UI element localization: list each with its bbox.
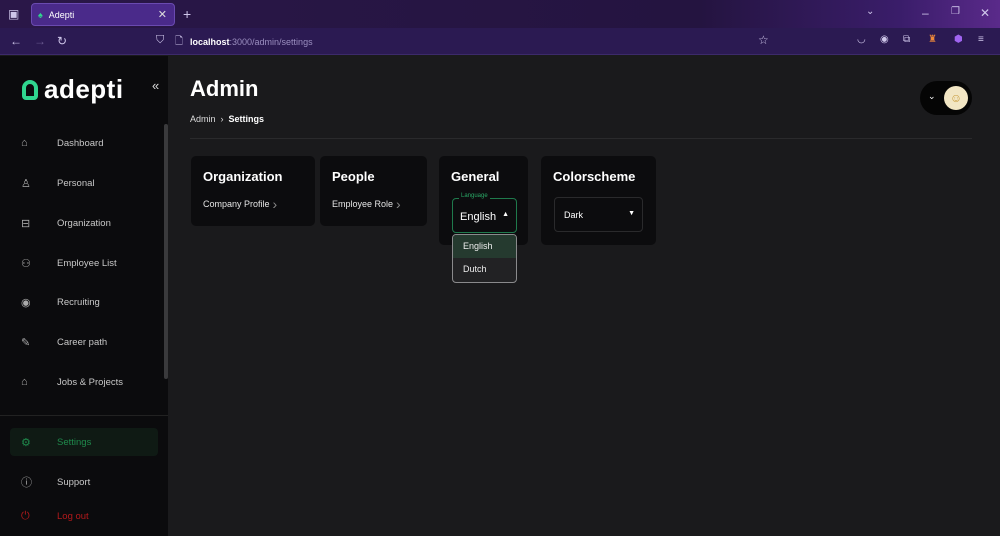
card-title: Organization [203, 169, 283, 184]
restore-icon[interactable]: ❐ [951, 6, 960, 17]
info-icon: ⓘ [21, 477, 32, 489]
logo[interactable]: adepti [22, 74, 124, 105]
link-label: Company Profile [203, 199, 270, 209]
gear-icon: ⚙ [21, 436, 31, 449]
header-divider [190, 138, 972, 139]
colorscheme-value: Dark [564, 210, 584, 220]
sidebar-item-label: Settings [57, 436, 92, 448]
breadcrumb-admin[interactable]: Admin [190, 114, 216, 124]
language-select[interactable]: Language English ▲ [452, 193, 517, 233]
extension-hex-icon[interactable]: ⬢ [954, 34, 963, 45]
users-icon: ⚇ [21, 257, 31, 270]
chevron-right-icon: › [396, 196, 401, 212]
colorscheme-card: Colorscheme Dark ▼ [541, 156, 656, 245]
pencil-icon: ✎ [21, 336, 31, 349]
colorscheme-select[interactable]: Dark ▼ [554, 197, 643, 232]
caret-up-icon: ▲ [502, 211, 509, 218]
breadcrumb: Admin › Settings [190, 114, 265, 124]
eye-icon: ◉ [21, 296, 31, 309]
sidebar-item-jobs-projects[interactable]: ⌂ Jobs & Projects [10, 368, 158, 396]
account-icon[interactable]: ◉ [880, 34, 889, 45]
sidebar-item-personal[interactable]: ♙ Personal [10, 169, 158, 197]
extension-icon[interactable]: ♜ [928, 34, 937, 45]
browser-tab[interactable]: ♠ Adepti ✕ [31, 3, 175, 26]
reload-icon[interactable]: ↻ [57, 34, 67, 48]
sidebar-item-settings[interactable]: ⚙ Settings [10, 428, 158, 456]
sidebar-item-support[interactable]: ⓘ Support [10, 468, 158, 496]
chevron-down-icon: ⌄ [928, 91, 936, 101]
page-title: Admin [190, 76, 259, 101]
sidebar-item-logout[interactable]: ⏻ Log out [10, 502, 158, 530]
browser-tab-bar: ▣ ♠ Adepti ✕ + ⌄ – ❐ ✕ [0, 0, 1000, 28]
extensions-icon[interactable]: ⧉ [903, 34, 910, 45]
url-path: :3000/admin/settings [229, 37, 313, 47]
tab-overview-icon[interactable]: ▣ [8, 7, 19, 21]
user-menu-button[interactable]: ⌄ ☺ [920, 81, 972, 115]
home-icon: ⌂ [21, 137, 28, 149]
sidebar-item-employee-list[interactable]: ⚇ Employee List [10, 249, 158, 277]
sidebar-item-label: Log out [57, 510, 89, 522]
sidebar-item-label: Organization [57, 217, 111, 229]
card-title: Colorscheme [553, 169, 636, 184]
close-window-icon[interactable]: ✕ [980, 6, 990, 20]
power-icon: ⏻ [21, 509, 30, 522]
option-english[interactable]: English [453, 235, 516, 258]
jobs-icon: ⌂ [21, 376, 28, 388]
sidebar-item-label: Recruiting [57, 296, 100, 308]
sidebar-item-label: Dashboard [57, 137, 104, 149]
language-label: Language [459, 193, 490, 199]
close-tab-icon[interactable]: ✕ [158, 8, 167, 21]
collapse-sidebar-icon[interactable]: « [152, 78, 159, 93]
sidebar-item-dashboard[interactable]: ⌂ Dashboard [10, 129, 158, 157]
company-profile-link[interactable]: Company Profile › [203, 196, 277, 212]
tab-list-icon[interactable]: ⌄ [866, 6, 874, 17]
favicon-icon: ♠ [38, 9, 43, 20]
bookmark-star-icon[interactable]: ☆ [758, 33, 769, 47]
sidebar-item-label: Career path [57, 336, 108, 348]
back-icon[interactable]: ← [10, 34, 22, 48]
avatar: ☺ [944, 86, 968, 110]
tab-title: Adepti [48, 9, 75, 20]
card-title: General [451, 169, 500, 184]
sidebar-item-label: Personal [57, 177, 95, 189]
shield-icon[interactable]: ⛉ [156, 34, 164, 47]
people-card: People Employee Role › [320, 156, 427, 226]
new-tab-icon[interactable]: + [183, 6, 191, 22]
sidebar-item-career-path[interactable]: ✎ Career path [10, 328, 158, 356]
caret-down-icon: ▼ [628, 210, 635, 217]
organization-card: Organization Company Profile › [191, 156, 315, 226]
language-dropdown: English Dutch [452, 234, 517, 283]
sidebar-item-organization[interactable]: ⊟ Organization [10, 209, 158, 237]
employee-role-link[interactable]: Employee Role › [332, 196, 401, 212]
sidebar-item-label: Support [57, 476, 91, 488]
url-host: localhost [190, 37, 230, 47]
user-icon: ♙ [21, 177, 31, 190]
sidebar-item-label: Jobs & Projects [57, 376, 123, 388]
sidebar-item-recruiting[interactable]: ◉ Recruiting [10, 288, 158, 316]
browser-nav-bar: ← → ↻ ⛉ 🗋 ☆ ◡ ◉ ⧉ ♜ ⬢ ≡ [0, 28, 1000, 55]
url-bar[interactable]: localhost:3000/admin/settings [190, 37, 313, 47]
sidebar-scrollbar[interactable] [164, 124, 168, 379]
card-title: People [332, 169, 375, 184]
pocket-icon[interactable]: ◡ [857, 34, 866, 45]
chevron-right-icon: › [272, 196, 278, 212]
sidebar-divider [0, 415, 168, 416]
page-icon: 🗋 [175, 36, 184, 47]
logo-icon [22, 79, 38, 100]
general-card: General Language English ▲ [439, 156, 528, 245]
option-dutch[interactable]: Dutch [453, 258, 516, 281]
logo-text: adepti [44, 74, 124, 104]
menu-icon[interactable]: ≡ [978, 34, 984, 45]
link-label: Employee Role [332, 199, 394, 209]
briefcase-icon: ⊟ [21, 217, 31, 230]
language-value: English [460, 211, 497, 223]
forward-icon[interactable]: → [34, 34, 46, 48]
breadcrumb-settings: Settings [228, 114, 265, 124]
sidebar-item-label: Employee List [57, 257, 117, 269]
minimize-icon[interactable]: – [922, 6, 929, 20]
